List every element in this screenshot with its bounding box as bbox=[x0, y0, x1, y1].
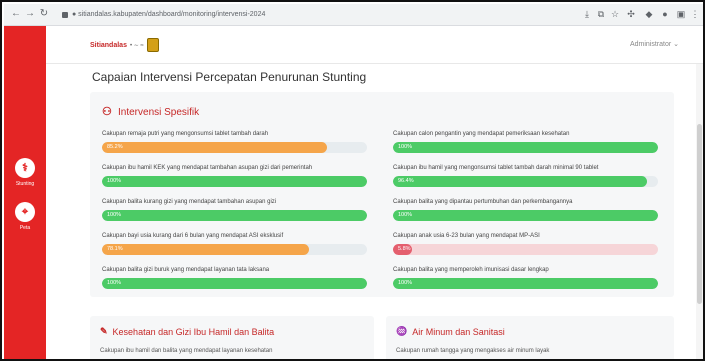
metric-item: Cakupan ibu hamil KEK yang mendapat tamb… bbox=[102, 164, 367, 190]
page-title: Capaian Intervensi Percepatan Penurunan … bbox=[92, 70, 367, 84]
map-pin-icon: ⌖ bbox=[15, 202, 35, 222]
card-title: Kesehatan dan Gizi Ibu Hamil dan Balita bbox=[112, 326, 275, 337]
app-header: Sitiandalas • ∼ ≈ Administrator ⌄ bbox=[46, 26, 703, 64]
metric-item: Cakupan remaja putri yang mengonsumsi ta… bbox=[102, 130, 367, 156]
forward-icon[interactable]: → bbox=[24, 8, 36, 20]
progress-value: 96.4% bbox=[398, 178, 414, 184]
progress-track: 100% bbox=[393, 142, 658, 153]
progress-track: 85.2% bbox=[102, 142, 367, 153]
progress-track: 100% bbox=[102, 176, 367, 187]
metric-item: Cakupan balita yang dipantau pertumbuhan… bbox=[393, 198, 658, 224]
download-icon[interactable]: ⤓ bbox=[582, 9, 592, 19]
app-frame: ← → ↻ ● sitiandalas.kabupaten/dashboard/… bbox=[0, 0, 705, 361]
card-header: ♒ Air Minum dan Sanitasi bbox=[396, 326, 505, 337]
progress-value: 100% bbox=[398, 280, 413, 286]
metric-label: Cakupan ibu hamil yang mengonsumsi table… bbox=[393, 165, 599, 171]
metric-label: Cakupan remaja putri yang mengonsumsi ta… bbox=[102, 131, 269, 137]
progress-track: 78.1% bbox=[102, 244, 367, 255]
star-icon[interactable]: ☆ bbox=[610, 9, 620, 19]
lock-icon bbox=[62, 12, 68, 18]
progress-track: 5.8% bbox=[393, 244, 658, 255]
progress-track: 100% bbox=[102, 210, 367, 221]
progress-fill: 100% bbox=[102, 176, 367, 187]
logo-text: Sitiandalas bbox=[90, 41, 127, 49]
progress-fill: 5.8% bbox=[393, 244, 412, 255]
url-text: ● sitiandalas.kabupaten/dashboard/monito… bbox=[72, 11, 266, 18]
scrollbar[interactable] bbox=[696, 64, 703, 359]
metric-label: Cakupan calon pengantin yang mendapat pe… bbox=[393, 131, 570, 137]
water-icon: ♒ bbox=[396, 326, 408, 336]
scroll-thumb[interactable] bbox=[697, 124, 702, 304]
progress-track: 100% bbox=[393, 210, 658, 221]
progress-value: 100% bbox=[107, 280, 122, 286]
metric-item: Cakupan balita kurang gizi yang mendapat… bbox=[102, 198, 367, 224]
logo[interactable]: Sitiandalas • ∼ ≈ bbox=[90, 37, 159, 53]
metric-label: Cakupan balita kurang gizi yang mendapat… bbox=[102, 199, 277, 205]
health-icon: ⚕ bbox=[15, 158, 35, 178]
metric-item: Cakupan balita gizi buruk yang mendapat … bbox=[102, 266, 367, 292]
progress-track: 100% bbox=[102, 278, 367, 289]
logo-separator: • ∼ ≈ bbox=[129, 42, 144, 49]
progress-value: 5.8% bbox=[398, 246, 411, 252]
menu-icon[interactable]: ⋮ bbox=[690, 9, 700, 19]
card-title: Air Minum dan Sanitasi bbox=[412, 326, 505, 337]
back-icon[interactable]: ← bbox=[10, 8, 22, 20]
card-header: ✎ Kesehatan dan Gizi Ibu Hamil dan Balit… bbox=[100, 326, 274, 337]
reload-icon[interactable]: ↻ bbox=[38, 8, 50, 20]
user-menu[interactable]: Administrator ⌄ bbox=[630, 40, 679, 48]
metric-label: Cakupan anak usia 6-23 bulan yang mendap… bbox=[393, 233, 540, 239]
bookmark-icon[interactable]: ⧉ bbox=[596, 9, 606, 19]
card-kesehatan-gizi: ✎ Kesehatan dan Gizi Ibu Hamil dan Balit… bbox=[90, 316, 374, 359]
progress-fill: 78.1% bbox=[102, 244, 309, 255]
metric-item: Cakupan anak usia 6-23 bulan yang mendap… bbox=[393, 232, 658, 258]
progress-value: 100% bbox=[107, 212, 122, 218]
address-bar[interactable]: ● sitiandalas.kabupaten/dashboard/monito… bbox=[62, 7, 462, 22]
sidebar-item-peta[interactable]: ⌖ Peta bbox=[13, 202, 37, 238]
progress-value: 100% bbox=[107, 178, 122, 184]
metric-label: Cakupan balita gizi buruk yang mendapat … bbox=[102, 267, 270, 273]
edit-icon: ✎ bbox=[100, 326, 108, 336]
progress-value: 85.2% bbox=[107, 144, 123, 150]
sidebar: ⚕ Stunting ⌖ Peta bbox=[4, 26, 46, 359]
progress-fill: 100% bbox=[102, 210, 367, 221]
metric-item: Cakupan calon pengantin yang mendapat pe… bbox=[393, 130, 658, 156]
metric-item: Cakupan ibu hamil yang mengonsumsi table… bbox=[393, 164, 658, 190]
progress-track: 100% bbox=[393, 278, 658, 289]
profile-icon[interactable]: ● bbox=[660, 9, 670, 19]
card-subtitle: Cakupan rumah tangga yang mengakses air … bbox=[396, 348, 550, 354]
people-icon: ⚇ bbox=[102, 106, 112, 118]
progress-value: 78.1% bbox=[107, 246, 123, 252]
tab-icon[interactable]: ▣ bbox=[676, 9, 686, 19]
sidebar-item-stunting[interactable]: ⚕ Stunting bbox=[13, 158, 37, 194]
progress-fill: 100% bbox=[102, 278, 367, 289]
metric-label: Cakupan balita yang dipantau pertumbuhan… bbox=[393, 199, 573, 205]
metric-label: Cakupan ibu hamil KEK yang mendapat tamb… bbox=[102, 165, 313, 171]
metric-label: Cakupan balita yang memperoleh imunisasi… bbox=[393, 267, 549, 273]
browser-toolbar: ← → ↻ ● sitiandalas.kabupaten/dashboard/… bbox=[4, 4, 703, 26]
card-subtitle: Cakupan ibu hamil dan balita yang mendap… bbox=[100, 348, 273, 354]
sidebar-item-label: Stunting bbox=[15, 181, 35, 187]
puzzle-icon[interactable]: ◆ bbox=[644, 9, 654, 19]
progress-fill: 100% bbox=[393, 278, 658, 289]
metric-label: Cakupan bayi usia kurang dari 6 bulan ya… bbox=[102, 233, 284, 239]
progress-fill: 100% bbox=[393, 142, 658, 153]
card-air-sanitasi: ♒ Air Minum dan Sanitasi Cakupan rumah t… bbox=[386, 316, 674, 359]
progress-track: 96.4% bbox=[393, 176, 658, 187]
progress-fill: 85.2% bbox=[102, 142, 328, 153]
extensions-icon[interactable]: ✣ bbox=[626, 9, 636, 19]
emblem-icon bbox=[146, 38, 159, 52]
metric-item: Cakupan balita yang memperoleh imunisasi… bbox=[393, 266, 658, 292]
panel-title: Intervensi Spesifik bbox=[118, 106, 200, 118]
progress-fill: 100% bbox=[393, 210, 658, 221]
progress-value: 100% bbox=[398, 144, 413, 150]
progress-value: 100% bbox=[398, 212, 413, 218]
intervention-panel: ⚇ Intervensi Spesifik Cakupan remaja put… bbox=[90, 92, 674, 297]
sidebar-item-label: Peta bbox=[19, 225, 31, 231]
metric-item: Cakupan bayi usia kurang dari 6 bulan ya… bbox=[102, 232, 367, 258]
progress-fill: 96.4% bbox=[393, 176, 648, 187]
panel-header: ⚇ Intervensi Spesifik bbox=[102, 106, 199, 118]
